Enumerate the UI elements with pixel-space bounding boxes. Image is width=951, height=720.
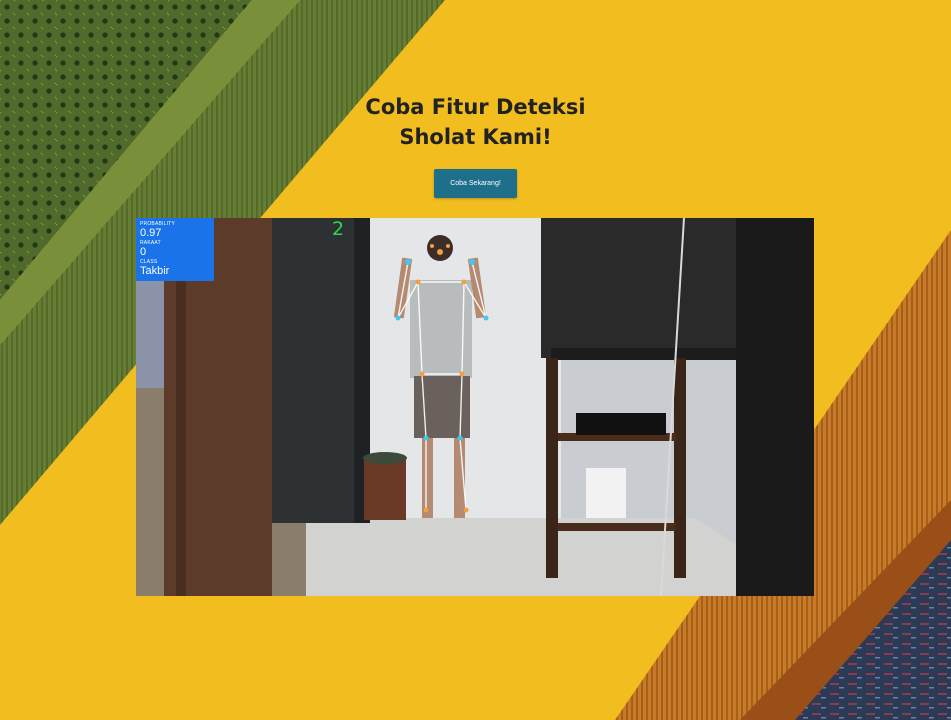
detection-info-panel: PROBABILITY 0.97 RAKAAT 0 CLASS Takbir	[136, 218, 214, 281]
rakaat-value: 0	[140, 246, 147, 258]
frame-counter: 2	[332, 218, 345, 240]
hero-title-line1: Coba Fitur Deteksi	[365, 95, 586, 119]
hero-title: Coba Fitur Deteksi Sholat Kami!	[0, 92, 951, 152]
class-value: Takbir	[140, 265, 170, 277]
detection-video-feed: PROBABILITY 0.97 RAKAAT 0 CLASS Takbir 2	[136, 218, 814, 596]
probability-value: 0.97	[140, 227, 162, 239]
try-now-button[interactable]: Coba Sekarang!	[434, 169, 517, 198]
camera-scene	[136, 218, 814, 596]
hero-title-line2: Sholat Kami!	[399, 125, 552, 149]
